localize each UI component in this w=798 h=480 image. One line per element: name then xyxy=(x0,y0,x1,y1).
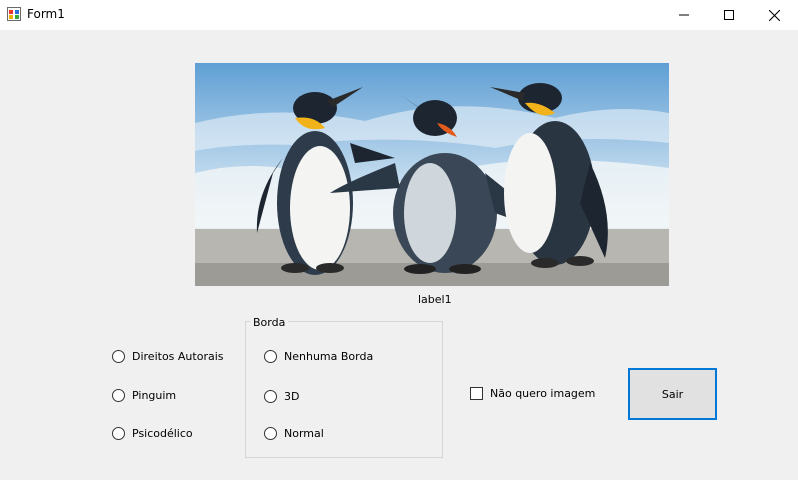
radio-circle[interactable] xyxy=(112,388,125,402)
radio-circle[interactable] xyxy=(112,349,125,363)
window-title: Form1 xyxy=(27,7,65,21)
nao-quero-imagem-checkbox[interactable]: Não quero imagem xyxy=(470,387,595,400)
sair-button-label: Sair xyxy=(661,387,684,401)
minimize-button[interactable] xyxy=(661,0,707,30)
radio-circle[interactable] xyxy=(264,349,277,363)
radio-normal[interactable]: Normal xyxy=(264,425,324,441)
radio-label: Nenhuma Borda xyxy=(284,349,374,363)
label1: label1 xyxy=(418,293,452,306)
sair-button[interactable]: Sair xyxy=(628,368,717,420)
penguins-image xyxy=(195,63,669,286)
radio-nenhuma-borda[interactable]: Nenhuma Borda xyxy=(264,348,373,364)
checkbox-box[interactable] xyxy=(470,387,483,400)
radio-circle[interactable] xyxy=(264,426,277,440)
radio-3d[interactable]: 3D xyxy=(264,388,299,404)
radio-label: Psicodélico xyxy=(132,426,193,440)
radio-label: 3D xyxy=(284,389,300,403)
maximize-button[interactable] xyxy=(706,0,752,30)
app-icon xyxy=(7,7,21,21)
close-icon xyxy=(769,10,780,21)
groupbox-title: Borda xyxy=(250,316,289,329)
maximize-icon xyxy=(724,10,734,20)
checkbox-label: Não quero imagem xyxy=(490,387,596,400)
radio-label: Normal xyxy=(284,426,324,440)
minimize-icon xyxy=(679,14,689,16)
radio-pinguim[interactable]: Pinguim xyxy=(112,387,176,403)
radio-label: Pinguim xyxy=(132,388,177,402)
radio-label: Direitos Autorais xyxy=(132,349,224,363)
close-button[interactable] xyxy=(751,0,797,30)
title-bar: Form1 xyxy=(0,0,798,30)
radio-psicodelico[interactable]: Psicodélico xyxy=(112,425,193,441)
radio-circle[interactable] xyxy=(264,389,277,403)
radio-circle[interactable] xyxy=(112,426,125,440)
radio-direitos-autorais[interactable]: Direitos Autorais xyxy=(112,348,224,364)
